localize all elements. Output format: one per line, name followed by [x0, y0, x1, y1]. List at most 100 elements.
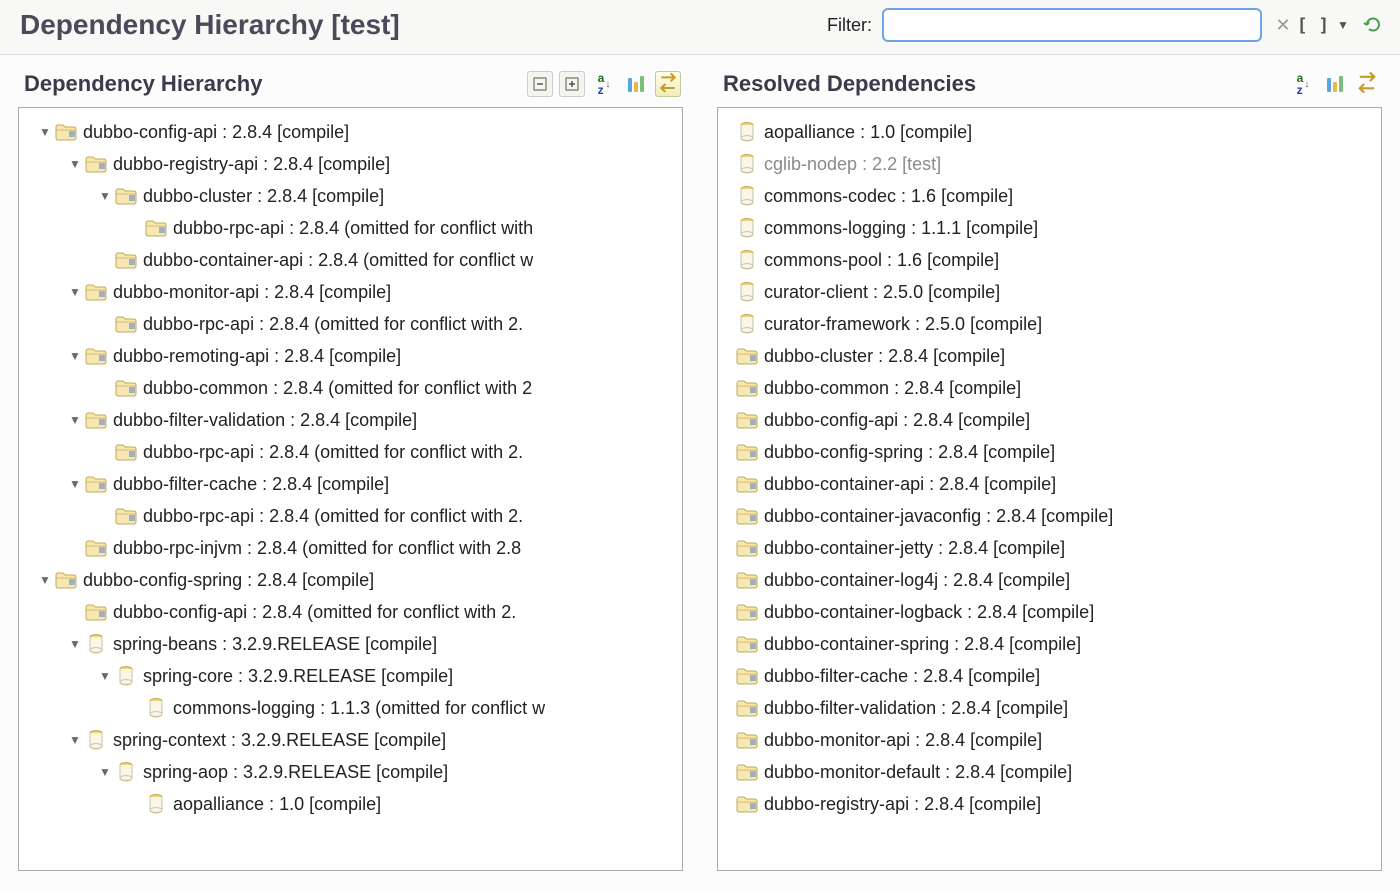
tree-node[interactable]: ▼aopalliance : 1.0 [compile] [19, 788, 682, 820]
tree-node-label: dubbo-filter-validation : 2.8.4 [compile… [113, 404, 417, 436]
tree-node[interactable]: ▼dubbo-container-api : 2.8.4 (omitted fo… [19, 244, 682, 276]
tree-node-label: dubbo-common : 2.8.4 (omitted for confli… [143, 372, 532, 404]
hierarchy-toolbar: az ↓ [527, 71, 681, 97]
folder-icon [736, 570, 758, 590]
resolved-body[interactable]: aopalliance : 1.0 [compile]cglib-nodep :… [717, 107, 1382, 871]
tree-node[interactable]: ▼dubbo-monitor-api : 2.8.4 [compile] [19, 276, 682, 308]
list-item[interactable]: dubbo-container-api : 2.8.4 [compile] [718, 468, 1381, 500]
list-item[interactable]: commons-logging : 1.1.1 [compile] [718, 212, 1381, 244]
list-item[interactable]: dubbo-filter-cache : 2.8.4 [compile] [718, 660, 1381, 692]
folder-icon [85, 474, 107, 494]
tree-node[interactable]: ▼ dubbo-filter-validation : 2.8.4 [compil… [19, 404, 682, 436]
folder-icon [736, 378, 758, 398]
tree-node-label: dubbo-config-api : 2.8.4 [compile] [83, 116, 349, 148]
folder-icon [55, 570, 77, 590]
list-item[interactable]: dubbo-container-spring : 2.8.4 [compile] [718, 628, 1381, 660]
disclosure-triangle-icon[interactable]: ▼ [97, 660, 113, 692]
refresh-icon[interactable] [1362, 14, 1384, 36]
disclosure-triangle-icon[interactable]: ▼ [67, 276, 83, 308]
tree-node[interactable]: ▼dubbo-cluster : 2.8.4 [compile] [19, 180, 682, 212]
list-item-label: dubbo-container-api : 2.8.4 [compile] [764, 468, 1056, 500]
tree-node[interactable]: ▼commons-logging : 1.1.3 (omitted for co… [19, 692, 682, 724]
disclosure-triangle-icon[interactable]: ▼ [67, 148, 83, 180]
tree-node[interactable]: ▼dubbo-rpc-api : 2.8.4 (omitted for conf… [19, 500, 682, 532]
hierarchy-body[interactable]: ▼dubbo-config-api : 2.8.4 [compile]▼dubb… [18, 107, 683, 871]
disclosure-triangle-icon[interactable]: ▼ [97, 180, 113, 212]
tree-node[interactable]: ▼dubbo-rpc-api : 2.8.4 (omitted for conf… [19, 436, 682, 468]
clear-filter-icon[interactable]: ✕ [1272, 14, 1294, 36]
list-item[interactable]: dubbo-common : 2.8.4 [compile] [718, 372, 1381, 404]
tree-node-label: dubbo-container-api : 2.8.4 (omitted for… [143, 244, 533, 276]
dropdown-caret-icon[interactable]: ▼ [1332, 14, 1354, 36]
jar-icon [145, 794, 167, 814]
tree-node[interactable]: ▼spring-beans : 3.2.9.RELEASE [compile] [19, 628, 682, 660]
show-groups-button[interactable] [623, 71, 649, 97]
disclosure-triangle-icon[interactable]: ▼ [67, 404, 83, 436]
list-item[interactable]: dubbo-config-api : 2.8.4 [compile] [718, 404, 1381, 436]
list-item[interactable]: dubbo-registry-api : 2.8.4 [compile] [718, 788, 1381, 820]
list-item[interactable]: dubbo-cluster : 2.8.4 [compile] [718, 340, 1381, 372]
list-item-label: dubbo-monitor-default : 2.8.4 [compile] [764, 756, 1072, 788]
jar-icon [145, 698, 167, 718]
tree-node[interactable]: ▼dubbo-filter-cache : 2.8.4 [compile] [19, 468, 682, 500]
tree-node-label: aopalliance : 1.0 [compile] [173, 788, 381, 820]
tree-node[interactable]: ▼spring-context : 3.2.9.RELEASE [compile… [19, 724, 682, 756]
list-item[interactable]: dubbo-container-javaconfig : 2.8.4 [comp… [718, 500, 1381, 532]
filter-input[interactable] [882, 8, 1262, 42]
collapse-all-button[interactable] [527, 71, 553, 97]
list-item[interactable]: dubbo-config-spring : 2.8.4 [compile] [718, 436, 1381, 468]
list-item[interactable]: dubbo-filter-validation : 2.8.4 [compile… [718, 692, 1381, 724]
list-item-label: dubbo-common : 2.8.4 [compile] [764, 372, 1021, 404]
jar-icon [115, 762, 137, 782]
disclosure-triangle-icon[interactable]: ▼ [37, 564, 53, 596]
disclosure-triangle-icon[interactable]: ▼ [67, 724, 83, 756]
dependency-tree: ▼dubbo-config-api : 2.8.4 [compile]▼dubb… [19, 116, 682, 820]
tree-node-label: commons-logging : 1.1.3 (omitted for con… [173, 692, 545, 724]
folder-icon [736, 410, 758, 430]
jar-icon [736, 122, 758, 142]
tree-node[interactable]: ▼dubbo-config-spring : 2.8.4 [compile] [19, 564, 682, 596]
filter-tree-button[interactable] [655, 71, 681, 97]
folder-icon [85, 602, 107, 622]
panels: Dependency Hierarchy az ↓ [0, 55, 1400, 889]
list-item[interactable]: cglib-nodep : 2.2 [test] [718, 148, 1381, 180]
list-item[interactable]: dubbo-container-logback : 2.8.4 [compile… [718, 596, 1381, 628]
tree-node[interactable]: ▼dubbo-rpc-injvm : 2.8.4 (omitted for co… [19, 532, 682, 564]
folder-icon [145, 218, 167, 238]
tree-node[interactable]: ▼dubbo-common : 2.8.4 (omitted for confl… [19, 372, 682, 404]
show-groups-button[interactable] [1322, 71, 1348, 97]
resolved-toolbar: az ↓ [1290, 71, 1380, 97]
sort-alpha-button[interactable]: az ↓ [1290, 71, 1316, 97]
tree-node[interactable]: ▼spring-aop : 3.2.9.RELEASE [compile] [19, 756, 682, 788]
tree-node[interactable]: ▼dubbo-config-api : 2.8.4 (omitted for c… [19, 596, 682, 628]
list-item[interactable]: aopalliance : 1.0 [compile] [718, 116, 1381, 148]
disclosure-triangle-icon[interactable]: ▼ [37, 116, 53, 148]
disclosure-triangle-icon[interactable]: ▼ [67, 340, 83, 372]
list-item[interactable]: dubbo-monitor-api : 2.8.4 [compile] [718, 724, 1381, 756]
list-item[interactable]: curator-client : 2.5.0 [compile] [718, 276, 1381, 308]
tree-node[interactable]: ▼spring-core : 3.2.9.RELEASE [compile] [19, 660, 682, 692]
tree-node[interactable]: ▼ dubbo-config-api : 2.8.4 [compile] [19, 116, 682, 148]
list-item[interactable]: commons-codec : 1.6 [compile] [718, 180, 1381, 212]
disclosure-triangle-icon[interactable]: ▼ [97, 756, 113, 788]
list-item[interactable]: commons-pool : 1.6 [compile] [718, 244, 1381, 276]
tree-node[interactable]: ▼dubbo-rpc-api : 2.8.4 (omitted for conf… [19, 212, 682, 244]
folder-icon [736, 346, 758, 366]
disclosure-triangle-icon[interactable]: ▼ [67, 628, 83, 660]
jar-icon [736, 250, 758, 270]
jar-icon [736, 314, 758, 334]
expand-all-button[interactable] [559, 71, 585, 97]
list-item[interactable]: curator-framework : 2.5.0 [compile] [718, 308, 1381, 340]
tree-node[interactable]: ▼dubbo-rpc-api : 2.8.4 (omitted for conf… [19, 308, 682, 340]
list-item[interactable]: dubbo-container-jetty : 2.8.4 [compile] [718, 532, 1381, 564]
jar-icon [736, 282, 758, 302]
tree-node[interactable]: ▼ dubbo-registry-api : 2.8.4 [compile] [19, 148, 682, 180]
brackets-icon[interactable]: [ ] [1302, 14, 1324, 36]
sort-alpha-button[interactable]: az ↓ [591, 71, 617, 97]
filter-list-button[interactable] [1354, 71, 1380, 97]
tree-node-label: dubbo-registry-api : 2.8.4 [compile] [113, 148, 390, 180]
list-item[interactable]: dubbo-container-log4j : 2.8.4 [compile] [718, 564, 1381, 596]
disclosure-triangle-icon[interactable]: ▼ [67, 468, 83, 500]
list-item[interactable]: dubbo-monitor-default : 2.8.4 [compile] [718, 756, 1381, 788]
tree-node[interactable]: ▼dubbo-remoting-api : 2.8.4 [compile] [19, 340, 682, 372]
